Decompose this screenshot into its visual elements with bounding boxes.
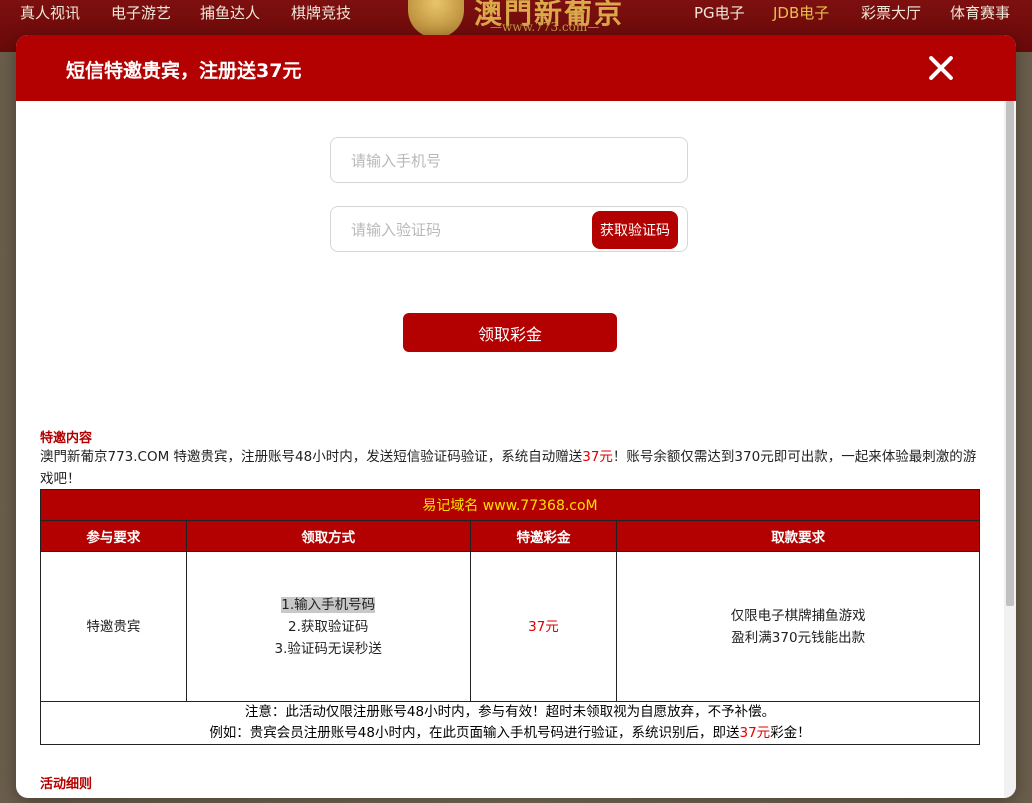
cell-requirement: 特邀贵宾 — [40, 551, 187, 702]
section-title-rules: 活动细则 — [40, 777, 93, 792]
phone-input[interactable] — [349, 138, 593, 184]
note2-amount: 37元 — [739, 725, 771, 741]
invite-modal: 短信特邀贵宾，注册送37元 获取验证码 领取彩金 特邀内容 澳門新葡京773.C… — [16, 35, 1016, 798]
get-code-button[interactable]: 获取验证码 — [592, 211, 678, 249]
header-method: 领取方式 — [185, 520, 471, 552]
table-header-row: 参与要求 领取方式 特邀彩金 取款要求 — [40, 520, 980, 552]
close-icon[interactable] — [926, 53, 956, 83]
intro-amount: 37元 — [582, 449, 613, 465]
nav-sports[interactable]: 体育赛事 — [950, 2, 1010, 23]
note-row: 注意：此活动仅限注册账号48小时内，参与有效！超时未领取视为自愿放弃，不予补偿。… — [40, 701, 980, 745]
note2-part2: 彩金！ — [770, 725, 811, 741]
nav-fishing[interactable]: 捕鱼达人 — [200, 2, 260, 23]
logo-emblem-icon — [408, 0, 464, 38]
domain-label: 易记域名 www.77368.coM — [40, 489, 980, 521]
scrollbar-thumb[interactable] — [1006, 101, 1014, 606]
modal-scrollbar[interactable] — [1004, 101, 1016, 798]
header-requirement: 参与要求 — [40, 520, 187, 552]
withdraw-line-2: 盈利满370元钱能出款 — [731, 629, 866, 646]
header-withdraw: 取款要求 — [616, 520, 980, 552]
modal-body: 获取验证码 领取彩金 特邀内容 澳門新葡京773.COM 特邀贵宾，注册账号48… — [16, 101, 1004, 798]
nav-slots[interactable]: 电子游艺 — [111, 2, 171, 23]
code-input[interactable] — [349, 207, 593, 253]
cell-bonus: 37元 — [469, 551, 618, 702]
intro-text: 澳門新葡京773.COM 特邀贵宾，注册账号48小时内，发送短信验证码验证，系统… — [40, 446, 984, 490]
rules-table: 易记域名 www.77368.coM 参与要求 领取方式 特邀彩金 取款要求 特… — [40, 489, 980, 745]
logo-url: —www.773.com— — [490, 20, 600, 34]
nav-jdb[interactable]: JDB电子 — [773, 2, 829, 23]
table-row: 特邀贵宾 1.输入手机号码 2.获取验证码 3.验证码无误秒送 37元 仅限电子… — [40, 551, 980, 702]
note2-part1: 例如：贵宾会员注册账号48小时内，在此页面输入手机号码进行验证，系统识别后，即送 — [209, 725, 740, 741]
cell-method: 1.输入手机号码 2.获取验证码 3.验证码无误秒送 — [185, 551, 471, 702]
nav-live[interactable]: 真人视讯 — [20, 2, 80, 23]
nav-chess[interactable]: 棋牌竞技 — [291, 2, 351, 23]
header-bonus: 特邀彩金 — [469, 520, 618, 552]
modal-title: 短信特邀贵宾，注册送37元 — [66, 60, 302, 82]
step-3: 3.验证码无误秒送 — [274, 640, 382, 657]
modal-header: 短信特邀贵宾，注册送37元 — [16, 35, 1016, 101]
cell-withdraw: 仅限电子棋牌捕鱼游戏 盈利满370元钱能出款 — [616, 551, 980, 702]
code-field: 获取验证码 — [330, 206, 688, 253]
phone-field — [330, 137, 688, 184]
withdraw-line-1: 仅限电子棋牌捕鱼游戏 — [730, 607, 866, 624]
domain-row: 易记域名 www.77368.coM — [40, 489, 980, 521]
claim-bonus-button[interactable]: 领取彩金 — [403, 313, 617, 352]
note-line-2: 例如：贵宾会员注册账号48小时内，在此页面输入手机号码进行验证，系统识别后，即送… — [41, 723, 979, 744]
site-logo[interactable]: 澳門新葡京 —www.773.com— — [408, 0, 648, 38]
step-1: 1.输入手机号码 — [281, 596, 376, 613]
step-2: 2.获取验证码 — [287, 618, 369, 635]
nav-lottery[interactable]: 彩票大厅 — [861, 2, 921, 23]
note-line-1: 注意：此活动仅限注册账号48小时内，参与有效！超时未领取视为自愿放弃，不予补偿。 — [244, 704, 776, 720]
nav-pg[interactable]: PG电子 — [694, 2, 745, 23]
section-title-content: 特邀内容 — [40, 431, 93, 446]
note-cell: 注意：此活动仅限注册账号48小时内，参与有效！超时未领取视为自愿放弃，不予补偿。… — [40, 701, 980, 745]
intro-part1: 澳門新葡京773.COM 特邀贵宾，注册账号48小时内，发送短信验证码验证，系统… — [40, 449, 583, 465]
